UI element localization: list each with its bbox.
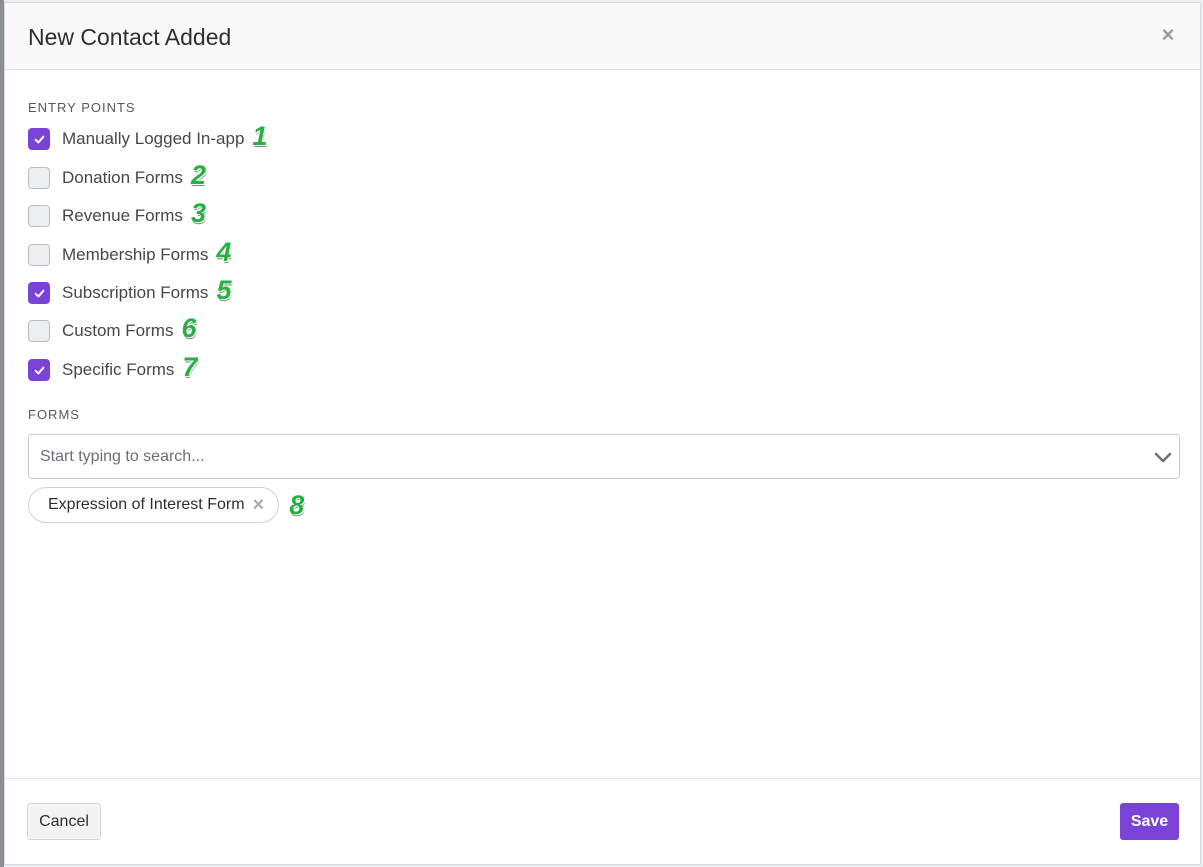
annotation-badge: 2	[190, 160, 206, 190]
entry-point-item[interactable]: Manually Logged In-app 1	[28, 121, 268, 151]
chip-label: Expression of Interest Form	[48, 496, 245, 513]
cancel-button[interactable]: Cancel	[27, 803, 101, 840]
forms-search[interactable]	[28, 434, 1180, 479]
annotation-badge: 3	[190, 198, 206, 228]
entry-point-item[interactable]: Membership Forms 4	[28, 237, 232, 267]
entry-point-label: Custom Forms	[62, 321, 174, 340]
checkbox-checked[interactable]	[28, 128, 50, 150]
entry-point-item[interactable]: Custom Forms 6	[28, 313, 197, 343]
annotation-badge: 7	[182, 352, 198, 382]
chevron-down-icon[interactable]	[1151, 445, 1175, 469]
entry-point-item[interactable]: Subscription Forms 5	[28, 275, 232, 305]
annotation-badge: 5	[216, 275, 232, 305]
entry-point-label: Donation Forms	[62, 168, 183, 187]
annotation-badge: 4	[216, 237, 232, 267]
remove-chip-icon[interactable]: ×	[253, 495, 265, 515]
save-button[interactable]: Save	[1120, 803, 1179, 840]
new-contact-modal: New Contact Added × ENTRY POINTS Manuall…	[4, 2, 1201, 865]
selected-forms: Expression of Interest Form × 8	[28, 487, 304, 523]
entry-point-item[interactable]: Specific Forms 7	[28, 352, 198, 382]
modal-title: New Contact Added	[28, 24, 232, 50]
checkbox[interactable]	[28, 320, 50, 342]
checkbox-checked[interactable]	[28, 359, 50, 381]
forms-search-input[interactable]	[29, 435, 1129, 478]
entry-points-label: ENTRY POINTS	[28, 100, 136, 115]
close-icon[interactable]: ×	[1158, 24, 1178, 46]
checkmark-icon	[34, 366, 44, 374]
entry-point-label: Subscription Forms	[62, 283, 209, 302]
checkmark-icon	[34, 135, 44, 143]
selected-form-chip: Expression of Interest Form ×	[28, 487, 280, 523]
entry-point-label: Membership Forms	[62, 245, 209, 264]
checkbox[interactable]	[28, 167, 50, 189]
entry-point-label: Manually Logged In-app	[62, 129, 245, 148]
checkmark-icon	[34, 289, 44, 297]
entry-point-label: Specific Forms	[62, 360, 175, 379]
checkbox[interactable]	[28, 205, 50, 227]
entry-point-item[interactable]: Revenue Forms 3	[28, 198, 206, 228]
annotation-badge: 6	[181, 313, 197, 343]
annotation-badge: 1	[252, 121, 268, 151]
chevron-down-icon-svg	[1154, 452, 1172, 463]
annotation-badge: 8	[289, 490, 305, 520]
checkbox[interactable]	[28, 244, 50, 266]
forms-label: FORMS	[28, 407, 80, 422]
modal-header: New Contact Added ×	[5, 3, 1200, 70]
modal-footer: Cancel Save	[5, 778, 1200, 864]
entry-point-item[interactable]: Donation Forms 2	[28, 160, 206, 190]
checkbox-checked[interactable]	[28, 282, 50, 304]
entry-point-label: Revenue Forms	[62, 206, 183, 225]
